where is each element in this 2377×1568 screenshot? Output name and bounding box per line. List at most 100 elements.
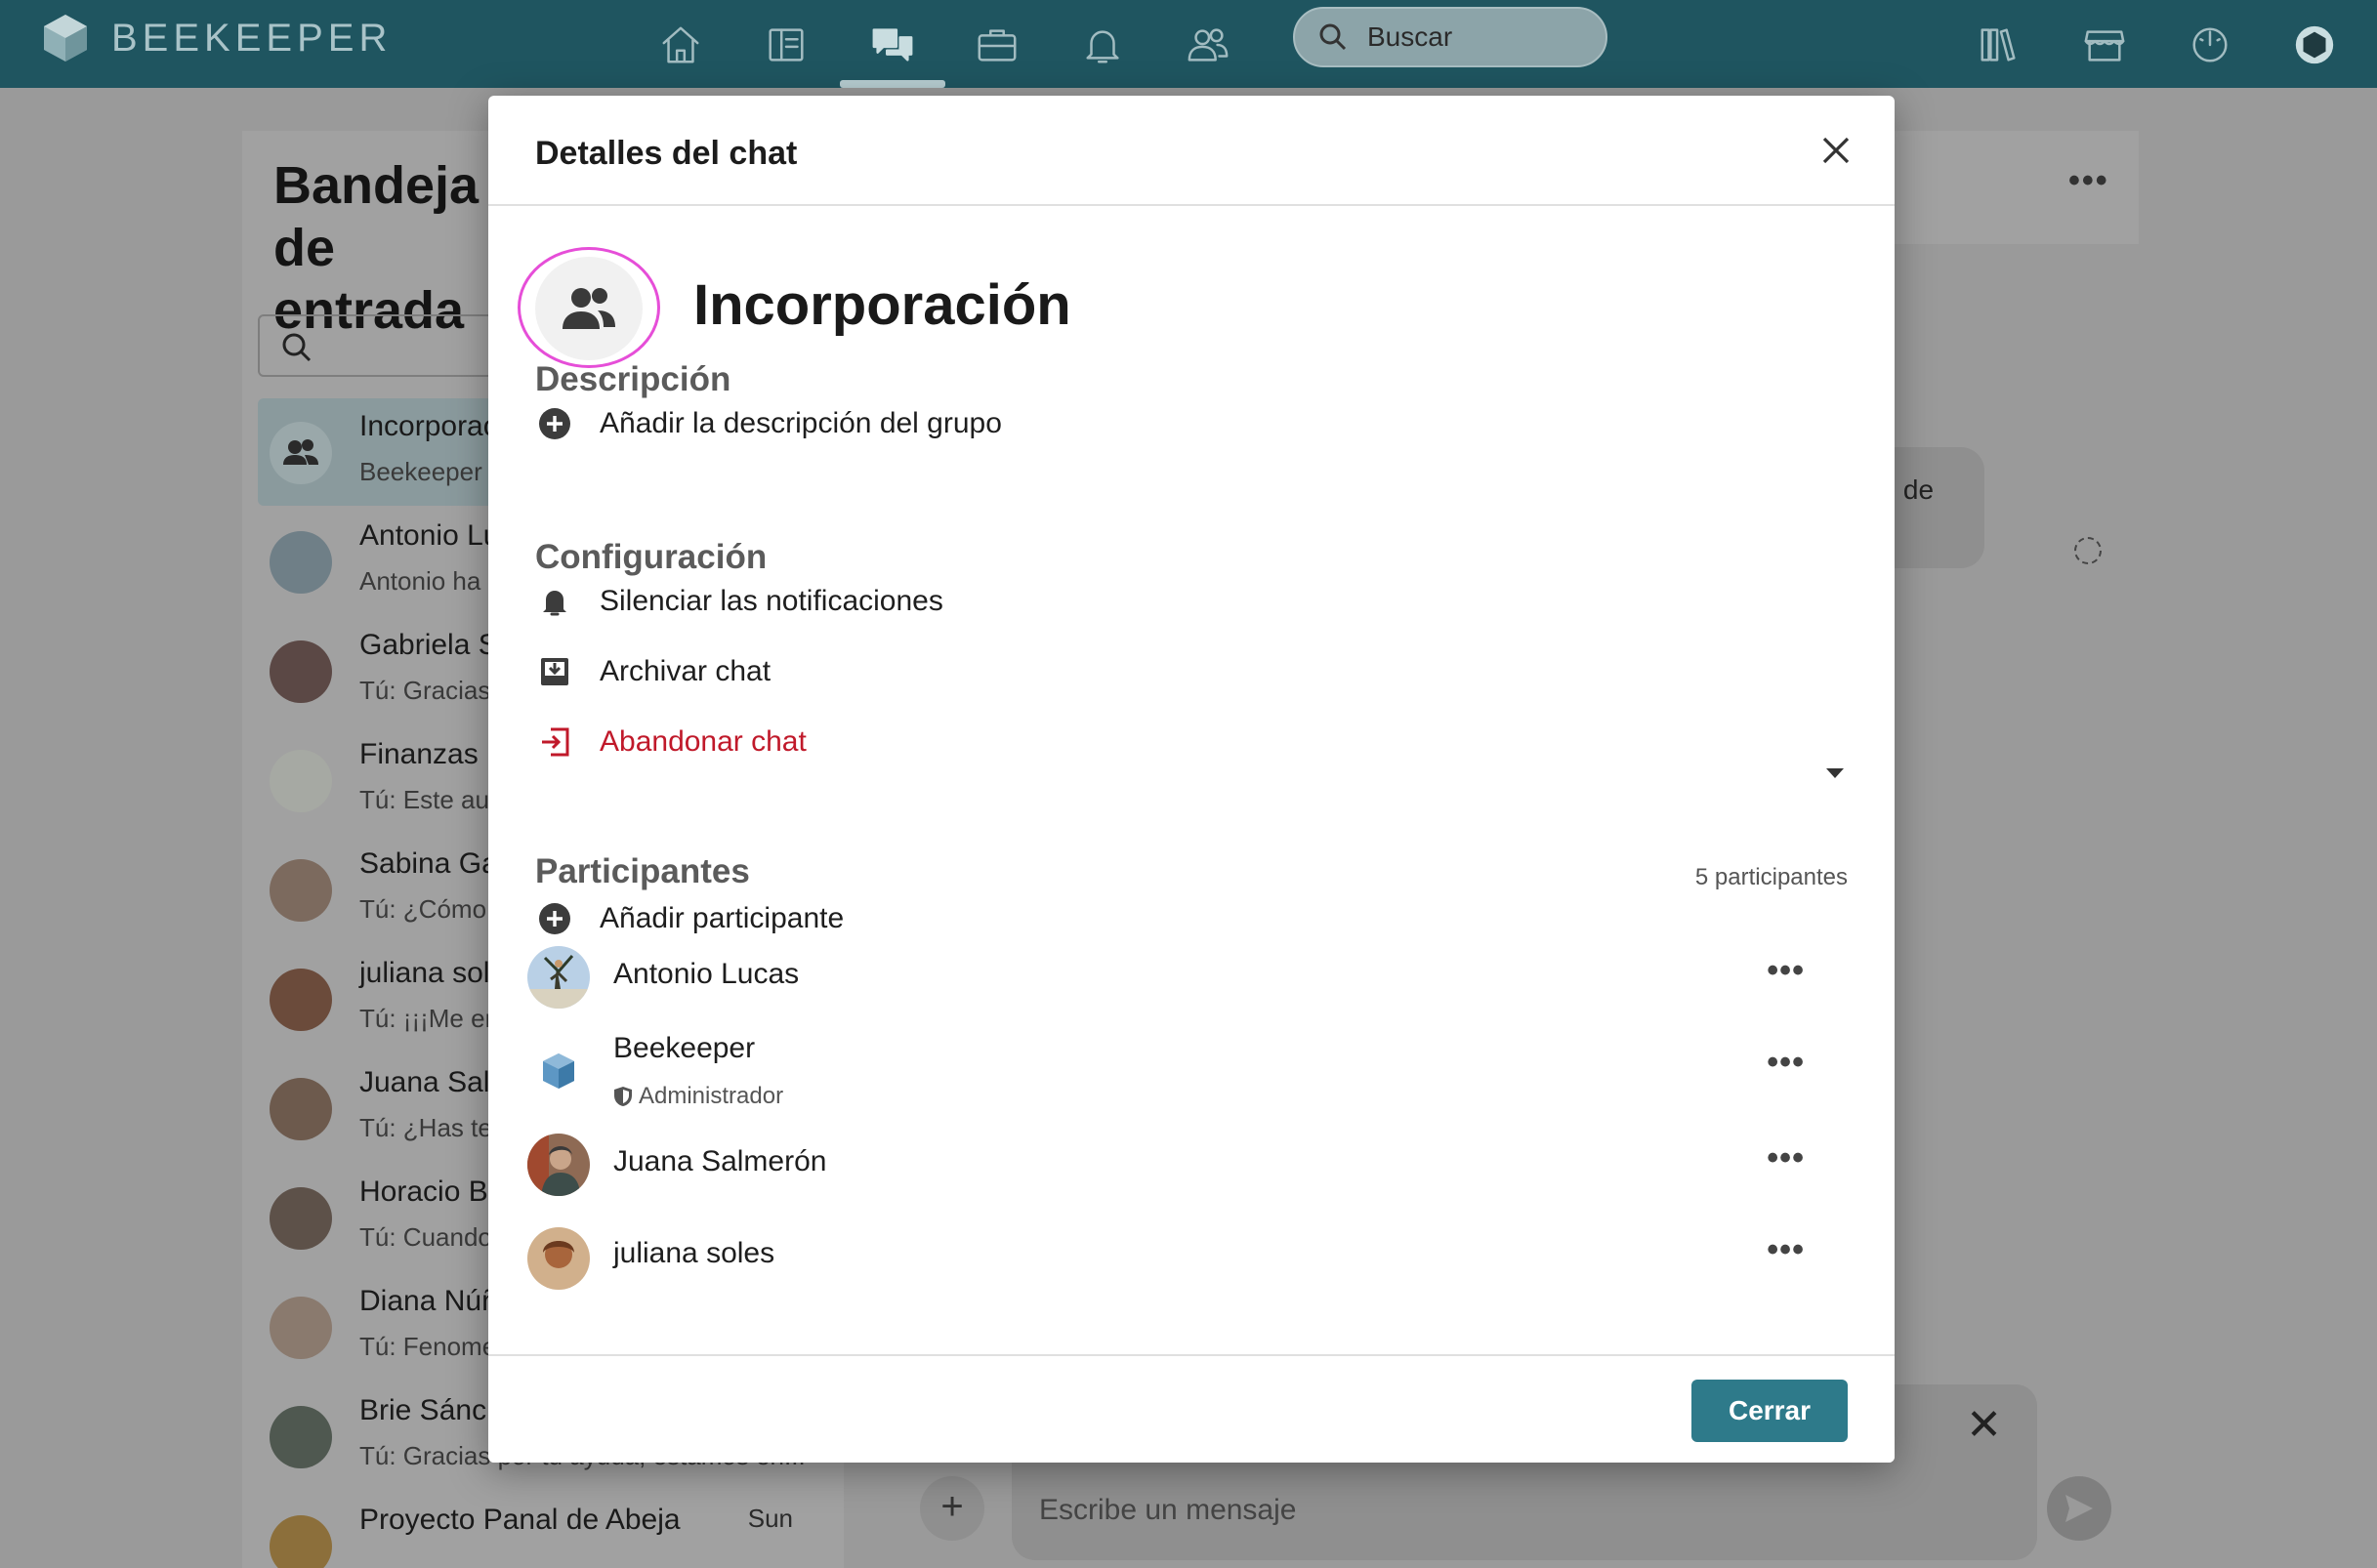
participant-name: Beekeeper — [613, 1032, 756, 1064]
bell-icon — [535, 582, 574, 621]
avatar — [270, 1078, 332, 1140]
settings-heading: Configuración — [535, 538, 768, 576]
description-heading: Descripción — [535, 360, 731, 398]
participant-role-label: Administrador — [639, 1083, 784, 1109]
dialog-title: Detalles del chat — [535, 135, 798, 172]
active-tab-indicator — [840, 80, 945, 88]
global-search-input[interactable] — [1367, 21, 1582, 53]
dialog-body: Incorporación Descripción Añadir la desc… — [488, 208, 1895, 1450]
chevron-down-icon[interactable] — [1826, 768, 1844, 778]
brand-name: BEEKEEPER — [111, 16, 393, 60]
nav-notifications[interactable] — [1073, 16, 1132, 74]
avatar — [270, 859, 332, 922]
nav-people[interactable] — [1179, 16, 1237, 74]
group-avatar-icon — [270, 422, 332, 484]
conversation-name: Proyecto Panal de Abeja — [359, 1504, 681, 1536]
participant-name: juliana soles — [613, 1237, 775, 1269]
leave-chat-button[interactable]: Abandonar chat — [535, 718, 807, 766]
participant-row[interactable]: Beekeeper Administrador ••• — [527, 1032, 1856, 1110]
participants-heading: Participantes — [535, 852, 750, 890]
chat-details-dialog: Detalles del chat Incorporación Descripc… — [488, 96, 1895, 1463]
read-receipt-icon — [2074, 537, 2102, 564]
store-icon — [2084, 30, 2125, 62]
nav-library[interactable] — [1970, 16, 2028, 74]
chat-icon — [872, 28, 913, 62]
send-icon — [2065, 1495, 2093, 1522]
close-icon[interactable]: ✕ — [1966, 1400, 2002, 1450]
archive-chat-label: Archivar chat — [600, 655, 771, 687]
nav-profile[interactable] — [2285, 16, 2344, 74]
send-button[interactable] — [2047, 1476, 2111, 1541]
participant-count: 5 participantes — [1694, 864, 1848, 890]
avatar — [527, 1227, 590, 1290]
add-circle-icon — [535, 404, 574, 443]
global-search[interactable] — [1293, 7, 1607, 67]
search-icon — [1319, 23, 1347, 51]
nav-tools[interactable] — [968, 16, 1026, 74]
attach-button[interactable]: + — [920, 1476, 984, 1541]
nav-chat[interactable] — [863, 16, 922, 74]
news-feed-icon — [769, 28, 804, 62]
close-icon — [1822, 137, 1850, 164]
search-icon — [282, 333, 312, 362]
dialog-footer: Cerrar — [488, 1354, 1895, 1463]
avatar — [270, 1297, 332, 1359]
participant-name: Juana Salmerón — [613, 1145, 827, 1177]
nav-home[interactable] — [651, 16, 710, 74]
close-button[interactable]: Cerrar — [1691, 1380, 1848, 1442]
nav-dashboard[interactable] — [2181, 16, 2239, 74]
top-navigation-bar: BEEKEEPER — [0, 0, 2377, 88]
leave-chat-label: Abandonar chat — [600, 725, 807, 758]
chat-options-button[interactable]: ••• — [2068, 162, 2109, 200]
group-avatar-button[interactable] — [535, 257, 643, 360]
dashboard-icon — [2192, 27, 2228, 62]
people-icon — [1188, 28, 1229, 62]
avatar — [270, 969, 332, 1031]
avatar — [270, 531, 332, 594]
library-icon — [1981, 28, 2016, 62]
mute-notifications-row[interactable]: Silenciar las notificaciones — [535, 577, 943, 626]
avatar — [270, 640, 332, 703]
add-description-label: Añadir la descripción del grupo — [600, 407, 1002, 439]
archive-icon — [535, 652, 574, 691]
avatar — [270, 1515, 332, 1568]
dialog-header: Detalles del chat — [488, 96, 1895, 206]
mute-notifications-label: Silenciar las notificaciones — [600, 585, 943, 617]
nav-store[interactable] — [2075, 16, 2134, 74]
participant-role: Administrador — [613, 1083, 783, 1110]
beekeeper-logo-icon — [44, 15, 87, 62]
avatar — [527, 1134, 590, 1196]
conversation-item[interactable]: Proyecto Panal de Abeja Sun — [258, 1492, 824, 1568]
home-icon — [662, 26, 699, 63]
exit-icon — [535, 722, 574, 762]
conversation-name: Finanzas — [359, 738, 479, 770]
avatar — [270, 1187, 332, 1250]
participant-row[interactable]: Antonio Lucas ••• — [527, 938, 1856, 1016]
avatar — [270, 750, 332, 812]
participant-options-button[interactable]: ••• — [1767, 1044, 1805, 1082]
conversation-time: Sun — [747, 1504, 793, 1533]
participant-row[interactable]: juliana soles ••• — [527, 1219, 1856, 1298]
dialog-close-button[interactable] — [1818, 133, 1854, 168]
nav-news-feed[interactable] — [757, 16, 815, 74]
bell-icon — [1086, 30, 1119, 63]
message-composer — [1012, 1463, 2037, 1560]
add-description-button[interactable]: Añadir la descripción del grupo — [535, 399, 1002, 448]
add-circle-icon — [535, 899, 574, 938]
add-participant-button[interactable]: Añadir participante — [535, 894, 844, 943]
participant-row[interactable]: Juana Salmerón ••• — [527, 1126, 1856, 1204]
group-icon — [563, 288, 615, 329]
avatar — [270, 1406, 332, 1468]
profile-avatar-icon — [2295, 25, 2334, 64]
message-input[interactable] — [1039, 1482, 1918, 1539]
participant-name: Antonio Lucas — [613, 958, 800, 990]
beekeeper-logo-icon — [527, 1040, 590, 1102]
briefcase-icon — [978, 29, 1017, 62]
add-participant-label: Añadir participante — [600, 902, 845, 934]
shield-icon — [614, 1087, 632, 1106]
brand[interactable]: BEEKEEPER — [41, 13, 392, 63]
participant-options-button[interactable]: ••• — [1767, 1139, 1805, 1177]
archive-chat-button[interactable]: Archivar chat — [535, 647, 771, 696]
participant-options-button[interactable]: ••• — [1767, 952, 1805, 990]
participant-options-button[interactable]: ••• — [1767, 1231, 1805, 1269]
